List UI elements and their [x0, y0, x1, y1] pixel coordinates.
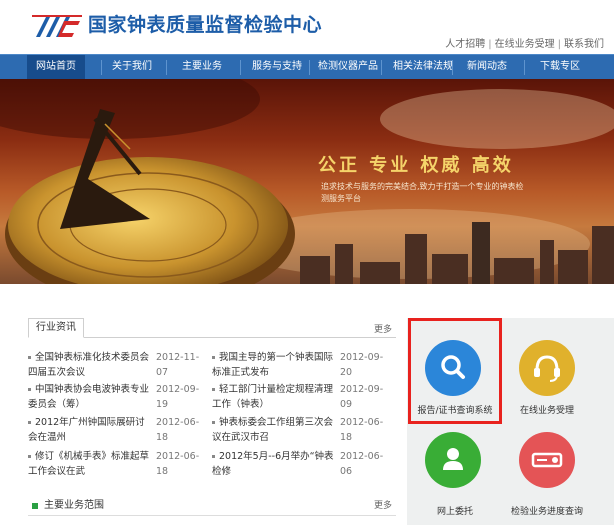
service-online-entrust[interactable]: 网上委托 — [407, 430, 503, 525]
news-title[interactable]: 修订《机械手表》标准起草工作会议在武 — [28, 449, 153, 479]
nav-item-downloads[interactable]: 下载专区 — [528, 55, 592, 80]
nav-divider — [240, 60, 241, 75]
user-icon[interactable] — [425, 432, 481, 488]
service-progress-query[interactable]: 检验业务进度查询 — [503, 430, 607, 525]
news-date: 2012-06-18 — [156, 451, 200, 477]
news-title-text: 我国主导的第一个钟表国际标准正式发布 — [212, 352, 334, 378]
banner[interactable]: 公正 专业 权威 高效 追求技术与服务的完美结合,致力于打造一个专业的钟表检测服… — [0, 79, 614, 284]
cloud — [380, 89, 614, 149]
service-label[interactable]: 在线业务受理 — [503, 403, 591, 416]
building — [592, 226, 614, 284]
service-online-acceptance[interactable]: 在线业务受理 — [503, 318, 607, 424]
bullet-icon — [28, 421, 31, 424]
projector-icon[interactable] — [519, 432, 575, 488]
building — [540, 240, 554, 284]
news-date: 2012-06-06 — [340, 451, 384, 477]
bullet-icon — [28, 388, 31, 391]
news-date: 2012-11-07 — [156, 352, 200, 378]
news-date: 2012-06-18 — [340, 417, 384, 443]
building — [335, 244, 353, 284]
building — [472, 222, 490, 284]
news-title-text: 轻工部门计量检定规程清理工作（钟表） — [212, 384, 334, 410]
nav-divider — [101, 60, 102, 75]
business-section-header: 主要业务范围 更多 — [28, 498, 396, 516]
service-label[interactable]: 网上委托 — [407, 504, 503, 517]
main-nav: 网站首页 关于我们 主要业务 服务与支持 检测仪器产品 相关法律法规 新闻动态 … — [0, 54, 614, 80]
news-date: 2012-09-19 — [156, 384, 200, 410]
nav-divider — [381, 60, 382, 75]
nav-divider — [309, 60, 310, 75]
news-title[interactable]: 钟表标委会工作组第三次会议在武汉市召 — [212, 415, 337, 445]
bullet-icon — [212, 455, 215, 458]
news-date: 2012-06-18 — [156, 417, 200, 443]
news-title-text: 钟表标委会工作组第三次会议在武汉市召 — [212, 417, 334, 443]
building — [494, 258, 534, 284]
link-recruitment[interactable]: 人才招聘 — [445, 35, 485, 50]
business-title[interactable]: 主要业务范围 — [44, 499, 104, 513]
nav-item-news[interactable]: 新闻动态 — [455, 55, 519, 80]
banner-description: 追求技术与服务的完美结合,致力于打造一个专业的钟表检测服务平台 — [321, 182, 524, 203]
nav-divider — [166, 60, 167, 75]
news-date: 2012-09-20 — [340, 352, 384, 378]
top-links: 人才招聘 | 在线业务受理 | 联系我们 — [445, 35, 604, 50]
separator: | — [488, 39, 492, 50]
news-title[interactable]: 我国主导的第一个钟表国际标准正式发布 — [212, 350, 337, 380]
building — [405, 234, 427, 284]
nav-item-instruments[interactable]: 检测仪器产品 — [311, 55, 385, 80]
news-title-text: 2012年5月--6月举办“钟表检修 — [212, 451, 334, 477]
nav-item-home[interactable]: 网站首页 — [27, 55, 85, 80]
news-title[interactable]: 2012年5月--6月举办“钟表检修 — [212, 449, 337, 479]
section-marker-icon — [32, 503, 38, 509]
highlight-box — [408, 318, 502, 424]
header: 国家钟表质量监督检验中心 人才招聘 | 在线业务受理 | 联系我们 — [0, 0, 614, 54]
bullet-icon — [212, 388, 215, 391]
news-title[interactable]: 2012年广州钟国际展研讨会在温州 — [28, 415, 153, 445]
news-tabbar: 行业资讯 更多 — [28, 318, 396, 338]
page: 国家钟表质量监督检验中心 人才招聘 | 在线业务受理 | 联系我们 网站首页 关于我们 … — [0, 0, 614, 525]
separator: | — [557, 39, 561, 50]
news-title-text: 全国钟表标准化技术委员会四届五次会议 — [28, 352, 150, 378]
link-online-service[interactable]: 在线业务受理 — [495, 35, 555, 50]
news-title-text: 修订《机械手表》标准起草工作会议在武 — [28, 451, 150, 477]
building — [360, 262, 400, 284]
logo-icon[interactable] — [30, 13, 84, 39]
business-more-link[interactable]: 更多 — [374, 499, 392, 513]
nav-divider — [452, 60, 453, 75]
sundial-icon — [5, 109, 295, 284]
tab-industry-news[interactable]: 行业资讯 — [28, 318, 84, 338]
news-title[interactable]: 全国钟表标准化技术委员会四届五次会议 — [28, 350, 153, 380]
news-title[interactable]: 中国钟表协会电波钟表专业委员会（筹） — [28, 382, 153, 412]
news-title[interactable]: 轻工部门计量检定规程清理工作（钟表） — [212, 382, 337, 412]
nav-item-regulations[interactable]: 相关法律法规 — [384, 55, 462, 80]
bullet-icon — [28, 356, 31, 359]
news-more-link[interactable]: 更多 — [374, 322, 392, 335]
bullet-icon — [212, 356, 215, 359]
nav-item-about[interactable]: 关于我们 — [103, 55, 161, 80]
news-panel: 行业资讯 更多 全国钟表标准化技术委员会四届五次会议 2012-11-07 中国… — [28, 318, 396, 498]
bullet-icon — [28, 455, 31, 458]
service-label[interactable]: 检验业务进度查询 — [503, 504, 591, 517]
site-title[interactable]: 国家钟表质量监督检验中心 — [88, 12, 322, 38]
news-title-text: 2012年广州钟国际展研讨会在温州 — [28, 417, 145, 443]
building — [558, 250, 588, 284]
news-date: 2012-09-09 — [340, 384, 384, 410]
bullet-icon — [212, 421, 215, 424]
news-title-text: 中国钟表协会电波钟表专业委员会（筹） — [28, 384, 150, 410]
building — [432, 254, 468, 284]
banner-slogan: 公正 专业 权威 高效 — [318, 155, 514, 176]
nav-item-business[interactable]: 主要业务 — [168, 55, 236, 80]
nav-item-service[interactable]: 服务与支持 — [243, 55, 311, 80]
nav-divider — [524, 60, 525, 75]
headset-icon[interactable] — [519, 340, 575, 396]
link-contact[interactable]: 联系我们 — [564, 35, 604, 50]
